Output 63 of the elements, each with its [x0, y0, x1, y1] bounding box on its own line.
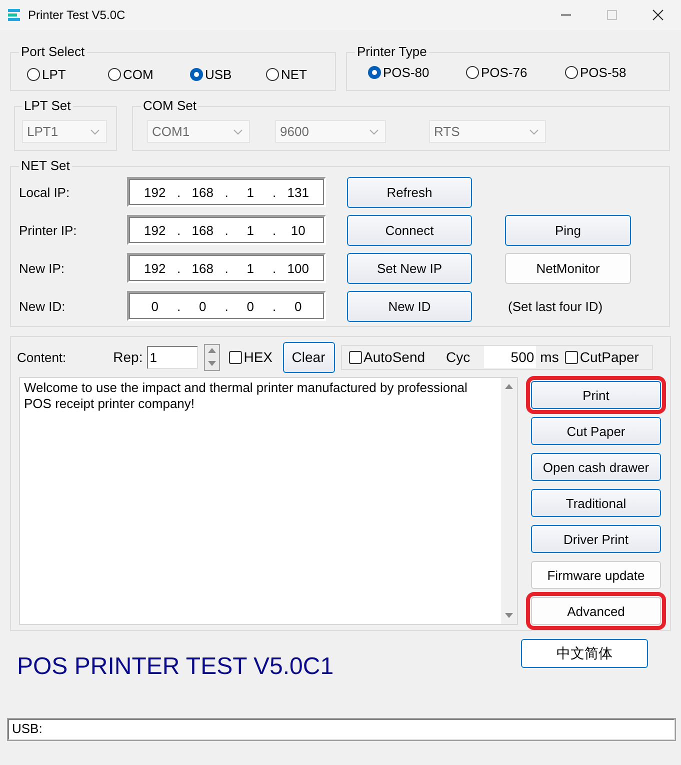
hint-text: (Set last four ID) — [508, 298, 603, 314]
field-label: Printer IP: — [19, 222, 78, 238]
radio-option[interactable]: POS-76 — [466, 64, 565, 80]
ip-address-field[interactable]: 192 . 168 . 1 . 10 — [127, 215, 326, 245]
window-title: Printer Test V5.0C — [28, 8, 126, 22]
radio-option[interactable]: POS-80 — [368, 64, 466, 80]
field-label: New ID: — [19, 298, 66, 314]
cycle-field[interactable]: 500 — [484, 346, 536, 368]
group-title: Printer Type — [356, 45, 428, 59]
group-title: LPT Set — [23, 99, 72, 113]
unit-label: ms — [540, 349, 559, 365]
net-button[interactable]: Connect — [347, 214, 472, 246]
group-title: COM Set — [142, 99, 198, 113]
action-button[interactable]: Open cash drawer — [531, 453, 661, 481]
radio-button[interactable] — [466, 66, 479, 78]
radio-option[interactable]: POS-58 — [565, 64, 661, 80]
scrollbar[interactable] — [501, 378, 517, 624]
radio-option[interactable]: NET — [266, 66, 327, 82]
cutpaper-checkbox[interactable]: CutPaper — [564, 349, 639, 365]
field-label: Local IP: — [19, 184, 71, 200]
radio-button[interactable] — [565, 66, 578, 78]
content-text: Welcome to use the impact and thermal printer manufactured by professional POS receipt printer company! — [23, 379, 468, 413]
hex-checkbox[interactable]: HEX — [228, 349, 273, 365]
app-icon — [8, 9, 20, 21]
radio-button[interactable] — [27, 68, 40, 80]
content-label: Content: — [17, 350, 66, 364]
action-button[interactable]: Cut Paper — [531, 417, 661, 445]
close-icon[interactable] — [652, 9, 664, 21]
clear-button[interactable]: Clear — [282, 342, 335, 372]
spin-up-icon[interactable] — [208, 348, 216, 354]
cycle-label: Cyc — [446, 349, 470, 365]
scroll-down-icon[interactable] — [505, 613, 513, 618]
scroll-up-icon[interactable] — [505, 384, 513, 389]
spinner[interactable] — [204, 344, 220, 370]
radio-button[interactable] — [190, 68, 203, 80]
language-button[interactable]: 中文简体 — [521, 639, 648, 668]
autosend-checkbox[interactable]: AutoSend — [348, 349, 426, 365]
status-bar: USB: — [8, 719, 675, 740]
content-text-area[interactable]: Welcome to use the impact and thermal printer manufactured by professional POS receipt printer company! — [19, 377, 518, 625]
field-label: New IP: — [19, 260, 66, 276]
monitor-button[interactable]: NetMonitor — [505, 252, 631, 284]
radio-button[interactable] — [266, 68, 279, 80]
action-button[interactable]: Traditional — [531, 489, 661, 517]
spin-down-icon[interactable] — [208, 360, 216, 366]
action-button[interactable]: Firmware update — [531, 561, 661, 589]
action-button[interactable]: Driver Print — [531, 525, 661, 553]
rep-label: Rep: — [113, 349, 143, 365]
radio-button[interactable] — [108, 68, 121, 80]
group-title: Port Select — [20, 45, 86, 59]
radio-option[interactable]: COM — [108, 66, 190, 82]
net-button[interactable]: Set New IP — [347, 252, 472, 284]
ping-button[interactable]: Ping — [505, 214, 631, 246]
radio-button[interactable] — [368, 66, 381, 78]
ip-address-field[interactable]: 192 . 168 . 1 . 131 — [127, 177, 326, 207]
net-button[interactable]: Refresh — [347, 176, 472, 208]
radio-option[interactable]: USB — [190, 66, 266, 82]
repeat-field[interactable]: 1 — [146, 346, 198, 368]
ip-address-field[interactable]: 192 . 168 . 1 . 100 — [127, 253, 326, 283]
radio-option[interactable]: LPT — [27, 66, 108, 82]
group-title: NET Set — [20, 159, 71, 173]
banner-title: POS PRINTER TEST V5.0C1 — [17, 653, 335, 681]
net-button[interactable]: New ID — [347, 290, 472, 322]
ip-address-field[interactable]: 0 . 0 . 0 . 0 — [127, 291, 326, 321]
